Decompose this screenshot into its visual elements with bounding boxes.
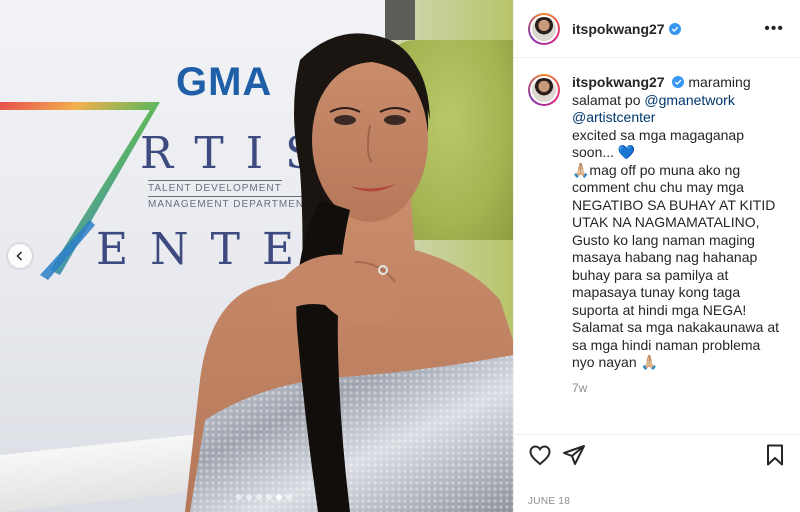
- carousel-dot: [276, 494, 282, 500]
- woman-portrait: [185, 33, 513, 512]
- caption-body: itspokwang27 maraming salamat po @gmanet…: [572, 74, 784, 397]
- mention-gmanetwork[interactable]: @gmanetwork: [644, 92, 734, 108]
- carousel-dot: [256, 494, 262, 500]
- mention-artistcenter[interactable]: @artistcenter: [572, 109, 655, 125]
- post-sidebar: itspokwang27 ••• itspokwang27 maraming s…: [513, 0, 800, 512]
- caption-text: excited sa mga magaganap soon... 💙 🙏🏼mag…: [572, 126, 780, 371]
- carousel-dot: [246, 494, 252, 500]
- carousel-dot: [266, 494, 272, 500]
- carousel-dot: [286, 494, 292, 500]
- carousel-dot: [236, 494, 242, 500]
- post-age[interactable]: 7w: [572, 380, 784, 398]
- caption-avatar[interactable]: [528, 74, 560, 106]
- caption: itspokwang27 maraming salamat po @gmanet…: [514, 58, 800, 397]
- carousel-indicator: [236, 494, 292, 500]
- carousel-prev-button[interactable]: [8, 244, 32, 268]
- post-header: itspokwang27 •••: [514, 0, 800, 58]
- caption-username[interactable]: itspokwang27: [572, 74, 665, 90]
- avatar[interactable]: [528, 12, 560, 45]
- header-username[interactable]: itspokwang27: [572, 21, 665, 37]
- paper-plane-icon[interactable]: [562, 443, 586, 467]
- chevron-left-icon: [16, 251, 23, 261]
- more-options-icon[interactable]: •••: [764, 20, 784, 38]
- post-photo[interactable]: GMA RTIS TALENT DEVELOPMENT MANAGEMENT D…: [0, 0, 513, 512]
- verified-badge-icon: [672, 76, 685, 88]
- verified-badge-icon: [668, 22, 681, 35]
- post-date[interactable]: JUNE 18: [528, 496, 570, 507]
- heart-icon[interactable]: [528, 443, 552, 467]
- bookmark-icon[interactable]: [763, 443, 787, 467]
- action-bar: [514, 434, 800, 474]
